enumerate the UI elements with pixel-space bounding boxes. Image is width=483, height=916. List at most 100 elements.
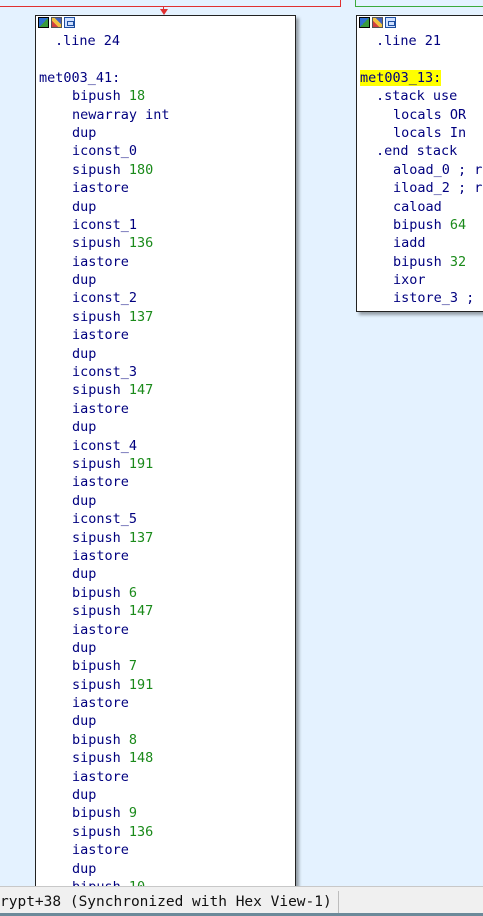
code-line[interactable]: dup [39, 271, 295, 289]
mnemonic[interactable]: sipush [72, 603, 121, 619]
mnemonic[interactable]: caload [393, 199, 442, 215]
code-line[interactable]: ixor [360, 271, 483, 289]
code-line[interactable]: sipush 191 [39, 455, 295, 473]
mnemonic[interactable]: dup [72, 272, 96, 288]
mnemonic[interactable]: iastore [72, 548, 129, 564]
code-line[interactable]: dup [39, 786, 295, 804]
code-line[interactable]: bipush 8 [39, 731, 295, 749]
code-line[interactable]: sipush 191 [39, 676, 295, 694]
mnemonic[interactable]: sipush [72, 309, 121, 325]
graph-node-met003-13[interactable]: .line 21 met003_13: .stack use locals OR loc… [356, 15, 483, 312]
mnemonic[interactable]: iastore [72, 327, 129, 343]
mnemonic[interactable]: locals [393, 107, 442, 123]
code-line[interactable]: iload_2 ; r [360, 179, 483, 197]
code-line[interactable]: sipush 137 [39, 529, 295, 547]
mnemonic[interactable]: dup [72, 346, 96, 362]
mnemonic[interactable]: dup [72, 861, 96, 877]
code-line[interactable]: iastore [39, 179, 295, 197]
mnemonic[interactable]: bipush [72, 732, 121, 748]
mnemonic[interactable]: .line [55, 33, 96, 49]
mnemonic[interactable]: .end [376, 143, 409, 159]
code-line[interactable]: iastore [39, 841, 295, 859]
code-line[interactable]: iconst_2 [39, 289, 295, 307]
code-line[interactable]: sipush 136 [39, 234, 295, 252]
mnemonic[interactable]: sipush [72, 750, 121, 766]
node-edit-icon[interactable] [51, 17, 62, 28]
node-color-icon[interactable] [38, 17, 49, 28]
code-line[interactable]: dup [39, 345, 295, 363]
code-line[interactable]: .end stack [360, 142, 483, 160]
code-line[interactable]: sipush 147 [39, 602, 295, 620]
code-line[interactable]: bipush 6 [39, 584, 295, 602]
mnemonic[interactable]: iastore [72, 769, 129, 785]
code-line[interactable]: istore_3 ; [360, 289, 483, 307]
code-line[interactable]: dup [39, 418, 295, 436]
mnemonic[interactable]: ixor [393, 272, 426, 288]
mnemonic[interactable]: sipush [72, 530, 121, 546]
code-line[interactable]: iastore [39, 253, 295, 271]
mnemonic[interactable]: newarray [72, 107, 137, 123]
code-line[interactable]: .line 21 [360, 32, 483, 50]
code-label[interactable]: met003_41: [39, 69, 295, 87]
mnemonic[interactable]: iconst_5 [72, 511, 137, 527]
code-line[interactable]: iastore [39, 768, 295, 786]
code-line[interactable]: sipush 137 [39, 308, 295, 326]
mnemonic[interactable]: iconst_1 [72, 217, 137, 233]
mnemonic[interactable]: .stack [376, 88, 425, 104]
code-line[interactable]: dup [39, 860, 295, 878]
code-line[interactable]: iastore [39, 473, 295, 491]
mnemonic[interactable]: sipush [72, 235, 121, 251]
mnemonic[interactable]: locals [393, 125, 442, 141]
mnemonic[interactable]: dup [72, 419, 96, 435]
mnemonic[interactable]: dup [72, 566, 96, 582]
mnemonic[interactable]: bipush [393, 254, 442, 270]
mnemonic[interactable]: iastore [72, 254, 129, 270]
mnemonic[interactable]: sipush [72, 456, 121, 472]
node-color-icon[interactable] [359, 17, 370, 28]
code-line[interactable]: dup [39, 124, 295, 142]
code-line[interactable]: sipush 180 [39, 161, 295, 179]
mnemonic[interactable]: sipush [72, 382, 121, 398]
mnemonic[interactable]: istore_3 [393, 290, 458, 306]
graph-node-met003-41[interactable]: .line 24 met003_41: bipush 18 newarray int d… [35, 15, 296, 895]
node-header[interactable] [357, 16, 483, 32]
mnemonic[interactable]: bipush [72, 88, 121, 104]
label-name[interactable]: met003_13: [360, 69, 442, 86]
code-line[interactable]: dup [39, 639, 295, 657]
code-line[interactable]: iconst_3 [39, 363, 295, 381]
code-line[interactable]: aload_0 ; r [360, 161, 483, 179]
node-graph-icon[interactable] [64, 17, 75, 28]
code-line[interactable]: dup [39, 565, 295, 583]
mnemonic[interactable]: aload_0 [393, 162, 450, 178]
mnemonic[interactable]: iastore [72, 695, 129, 711]
mnemonic[interactable]: iload_2 [393, 180, 450, 196]
node-edit-icon[interactable] [372, 17, 383, 28]
code-line[interactable]: iastore [39, 326, 295, 344]
node-graph-icon[interactable] [385, 17, 396, 28]
mnemonic[interactable]: iadd [393, 235, 426, 251]
code-line[interactable]: sipush 147 [39, 381, 295, 399]
mnemonic[interactable]: sipush [72, 677, 121, 693]
code-line[interactable]: newarray int [39, 106, 295, 124]
mnemonic[interactable]: iconst_3 [72, 364, 137, 380]
code-line[interactable]: locals OR [360, 106, 483, 124]
mnemonic[interactable]: .line [376, 33, 417, 49]
code-line[interactable]: iastore [39, 694, 295, 712]
mnemonic[interactable]: dup [72, 713, 96, 729]
mnemonic[interactable]: iconst_0 [72, 143, 137, 159]
mnemonic[interactable]: dup [72, 125, 96, 141]
code-line[interactable]: iconst_5 [39, 510, 295, 528]
mnemonic[interactable]: iastore [72, 474, 129, 490]
label-name[interactable]: met003_41: [39, 70, 120, 86]
code-line[interactable]: locals In [360, 124, 483, 142]
mnemonic[interactable]: dup [72, 493, 96, 509]
code-line[interactable]: iconst_1 [39, 216, 295, 234]
code-line[interactable]: sipush 136 [39, 823, 295, 841]
code-label[interactable]: met003_13: [360, 69, 483, 87]
code-line[interactable]: bipush 32 [360, 253, 483, 271]
code-line[interactable]: dup [39, 712, 295, 730]
node-header[interactable] [36, 16, 295, 32]
mnemonic[interactable]: bipush [72, 658, 121, 674]
mnemonic[interactable]: dup [72, 640, 96, 656]
code-line[interactable]: iastore [39, 400, 295, 418]
